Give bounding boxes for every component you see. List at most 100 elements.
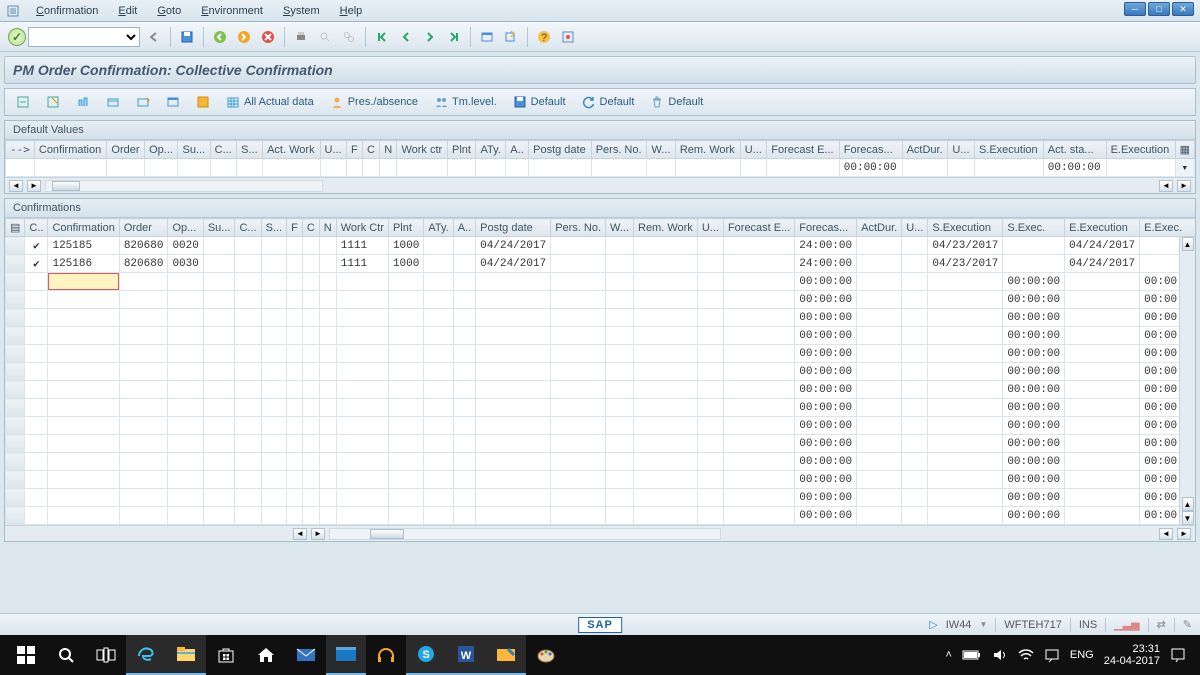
cell[interactable] (551, 435, 606, 453)
cell[interactable] (319, 363, 336, 381)
cell[interactable] (203, 399, 235, 417)
app-btn-7[interactable] (189, 91, 217, 113)
cell[interactable] (388, 399, 423, 417)
cell[interactable] (634, 471, 698, 489)
cell[interactable] (261, 237, 287, 255)
cell[interactable] (302, 327, 319, 345)
cell[interactable] (119, 381, 168, 399)
cell[interactable] (606, 309, 634, 327)
volume-icon[interactable] (992, 648, 1008, 662)
cell[interactable] (261, 399, 287, 417)
cell[interactable] (261, 507, 287, 525)
cell[interactable] (1065, 453, 1140, 471)
cell[interactable] (634, 453, 698, 471)
cell[interactable] (424, 471, 453, 489)
cell[interactable] (25, 507, 48, 525)
dv-cell[interactable] (397, 159, 448, 177)
cell[interactable] (551, 453, 606, 471)
cell[interactable] (168, 417, 203, 435)
row-selector[interactable] (6, 255, 25, 273)
cell[interactable] (476, 273, 551, 291)
cell[interactable] (261, 453, 287, 471)
paint-icon[interactable] (526, 635, 566, 675)
cell[interactable]: 0030 (168, 255, 203, 273)
cell[interactable] (551, 381, 606, 399)
cell[interactable] (287, 273, 303, 291)
cell[interactable] (723, 273, 794, 291)
cell[interactable] (723, 345, 794, 363)
cell[interactable] (119, 273, 168, 291)
cell[interactable] (697, 291, 723, 309)
cell[interactable]: 1111 (336, 255, 388, 273)
row-selector[interactable] (6, 345, 25, 363)
row-selector[interactable] (6, 489, 25, 507)
headphones-icon[interactable] (366, 635, 406, 675)
app-btn-1[interactable] (9, 91, 37, 113)
cell[interactable] (606, 273, 634, 291)
cell[interactable] (287, 309, 303, 327)
command-field[interactable] (28, 27, 140, 47)
cell[interactable] (235, 309, 261, 327)
folder-task-icon[interactable] (486, 635, 526, 675)
row-selector[interactable] (6, 471, 25, 489)
first-page-icon[interactable] (372, 27, 392, 47)
cell[interactable] (453, 507, 475, 525)
cell[interactable] (168, 453, 203, 471)
cell[interactable] (723, 309, 794, 327)
dv-cell[interactable] (647, 159, 675, 177)
dv-col-21[interactable]: Forecas... (839, 141, 902, 159)
cell[interactable]: 00:00:00 (795, 435, 857, 453)
cell[interactable] (203, 291, 235, 309)
dv-col-18[interactable]: Rem. Work (675, 141, 740, 159)
cell[interactable] (476, 345, 551, 363)
dv-cell[interactable]: 00:00:00 (839, 159, 902, 177)
cell[interactable]: 00:00:00 (795, 507, 857, 525)
dv-col-12[interactable]: Plnt (448, 141, 476, 159)
conf-col-26[interactable]: E.Exec. (1140, 219, 1195, 237)
cell[interactable] (302, 255, 319, 273)
cell[interactable] (203, 489, 235, 507)
cell[interactable] (1065, 273, 1140, 291)
cell[interactable] (928, 417, 1003, 435)
cell[interactable] (302, 435, 319, 453)
cell[interactable] (336, 381, 388, 399)
cell[interactable]: 1000 (388, 237, 423, 255)
app-btn-6[interactable] (159, 91, 187, 113)
cell[interactable] (388, 363, 423, 381)
cell[interactable] (203, 309, 235, 327)
cell[interactable] (302, 363, 319, 381)
dv-cell[interactable] (948, 159, 975, 177)
cell[interactable] (551, 363, 606, 381)
conf-col-16[interactable]: W... (606, 219, 634, 237)
cell[interactable] (25, 417, 48, 435)
scroll-left-icon-2[interactable]: ◄ (1159, 528, 1173, 540)
cell[interactable] (319, 489, 336, 507)
cell[interactable] (119, 291, 168, 309)
row-selector[interactable] (6, 291, 25, 309)
cell[interactable] (476, 327, 551, 345)
dv-col-26[interactable]: E.Execution (1106, 141, 1175, 159)
cell[interactable] (48, 399, 119, 417)
cell[interactable]: 04/24/2017 (1065, 255, 1140, 273)
conf-col-8[interactable]: C (302, 219, 319, 237)
cell[interactable] (476, 507, 551, 525)
scroll-right-icon[interactable]: ► (27, 180, 41, 192)
row-selector[interactable] (6, 435, 25, 453)
scroll-left-icon[interactable]: ◄ (293, 528, 307, 540)
conf-col-23[interactable]: S.Execution (928, 219, 1003, 237)
cell[interactable] (697, 363, 723, 381)
dv-col-23[interactable]: U... (948, 141, 975, 159)
cell[interactable] (424, 399, 453, 417)
cell[interactable] (336, 399, 388, 417)
cell[interactable] (25, 273, 48, 291)
dv-col-16[interactable]: Pers. No. (591, 141, 647, 159)
cell[interactable] (119, 471, 168, 489)
status-expand-icon[interactable]: ▷ (929, 618, 937, 631)
cell[interactable] (551, 399, 606, 417)
cell[interactable] (48, 417, 119, 435)
cell[interactable] (928, 489, 1003, 507)
history-back-icon[interactable] (144, 27, 164, 47)
cell[interactable] (453, 327, 475, 345)
dv-col-15[interactable]: Postg date (529, 141, 592, 159)
cell[interactable] (48, 363, 119, 381)
